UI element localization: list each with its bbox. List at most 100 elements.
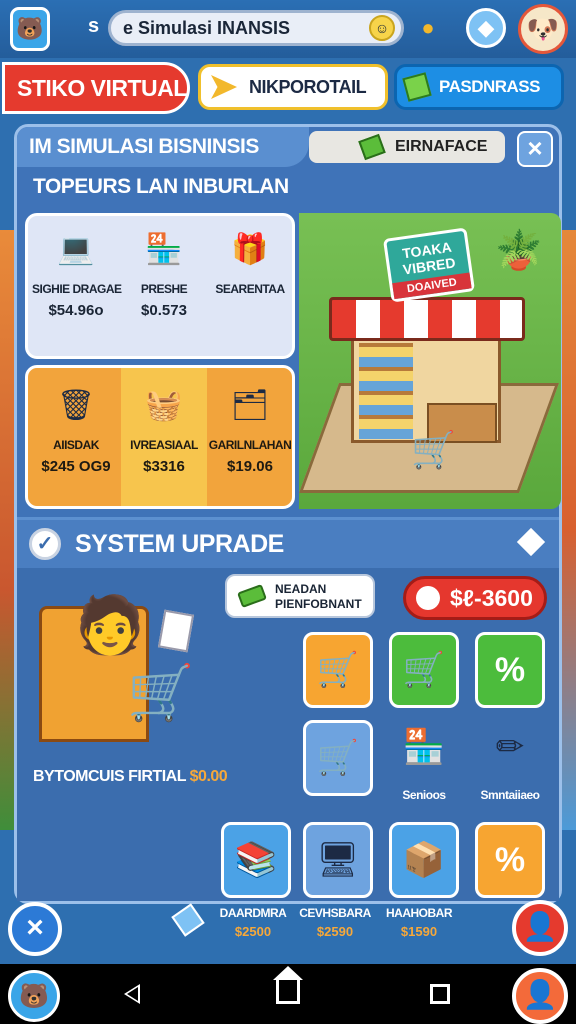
upgrade-price-button[interactable]: $ℓ-3600 — [403, 576, 547, 620]
item-price: $3316 — [143, 458, 185, 475]
back-icon[interactable] — [124, 984, 140, 1004]
coin-icon[interactable]: ● — [410, 10, 446, 46]
system-upgrade-section: ✓ SYSTEM UPRADE 🧑 🛒 BYTOMCUIS FIRTIAL $0… — [17, 517, 559, 901]
app-logo-icon[interactable]: 🐻 — [8, 970, 60, 1022]
caption-money: $0.00 — [189, 768, 228, 785]
cart-icon: 🛒 — [316, 739, 360, 777]
android-nav-bar: 🐻 👤 — [0, 964, 576, 1024]
item-card[interactable]: 🎁 SEARENTAA — [206, 226, 294, 302]
percent-icon: % — [494, 650, 526, 689]
item-card-selected[interactable]: 🧺 IVREASIAAL $3316 — [120, 382, 208, 476]
upgrade-book-button[interactable]: 📚 — [221, 822, 291, 898]
cashier-illustration: 🧑 🛒 — [35, 578, 225, 758]
arrow-icon — [211, 75, 237, 99]
upgrade-box-button[interactable]: 📦 — [389, 822, 459, 898]
store-icon: 🏪 — [145, 232, 183, 266]
receipt-paper — [157, 609, 195, 653]
upgrade-percent-orange-button[interactable]: % — [475, 822, 545, 898]
bottom-item-price: $1590 — [400, 924, 438, 939]
pill-line-1: NEADAN — [275, 582, 327, 596]
bottom-item-price: $2500 — [234, 924, 272, 939]
check-icon: ✓ — [29, 528, 61, 560]
top-letter: s — [88, 15, 100, 37]
bottom-item-price: $2590 — [316, 924, 354, 939]
gift-box-icon: 🎁 — [231, 232, 269, 266]
main-panel: IM SIMULASI BISNINSIS EIRNAFACE × TOPEUR… — [14, 124, 562, 904]
tab-nikporotail[interactable]: NIKPOROTAIL — [198, 64, 388, 110]
tab-stiko-virtual[interactable]: STIKO VIRTUAL — [2, 62, 190, 114]
item-price: $0.573 — [141, 302, 187, 319]
panel-subtitle: TOPEURS LAN INBURLAN — [33, 175, 289, 198]
system-upgrade-title: SYSTEM UPRADE — [75, 530, 284, 558]
tab-label: PASDNRASS — [439, 77, 540, 96]
search-text: e Simulasi INANSIS — [123, 18, 291, 38]
cart-icon: 🛒 — [402, 651, 446, 689]
bottom-item-name: DAARDMRA — [219, 906, 287, 920]
item-card[interactable]: 🏪 PRESHE $0.573 — [120, 226, 208, 320]
eirnaface-badge[interactable]: EIRNAFACE — [309, 131, 505, 163]
sign-title: TOAKA VIBRED — [401, 238, 457, 278]
cashier-person-icon: 🧑 — [75, 593, 145, 656]
item-card[interactable]: 🗑 AIISDAK $245 OG9 — [32, 382, 120, 476]
item-name: SEARENTAA — [215, 282, 285, 296]
tab-pasdnrass[interactable]: PASDNRASS — [394, 64, 564, 110]
profile-icon[interactable]: 👤 — [512, 968, 568, 1024]
store-scene: TOAKA VIBRED DOAIVED 🪴 🛒 — [299, 213, 561, 509]
upgrade-cart-green-button[interactable]: 🛒 — [389, 632, 459, 708]
product-shelf — [359, 343, 413, 439]
home-icon[interactable] — [273, 966, 303, 1004]
item-price: $54.96o — [48, 302, 104, 319]
item-card[interactable]: 🗂 GARILNLAHAN $19.06 — [206, 382, 294, 476]
shopping-cart-icon: 🛒 — [411, 429, 456, 470]
close-button[interactable]: × — [8, 902, 62, 956]
avatar[interactable]: 🐶 — [518, 4, 568, 54]
upgrade-percent-button[interactable]: % — [475, 632, 545, 708]
tab-label: NIKPOROTAIL — [249, 77, 367, 97]
system-upgrade-header: ✓ SYSTEM UPRADE — [17, 520, 559, 568]
smile-icon[interactable]: ☺ — [369, 15, 395, 41]
trash-bin-icon: 🗑 — [56, 388, 96, 422]
shield-icon[interactable]: ◆ — [466, 8, 506, 48]
bottom-item-name: CEVHSBARA — [299, 906, 371, 920]
performance-pill[interactable]: NEADAN PIENFOBNANT — [225, 574, 375, 618]
store-awning — [329, 297, 525, 341]
item-card[interactable]: 💻 SIGHIE DRAGAE $54.96o — [32, 226, 122, 320]
plant-icon: 🪴 — [495, 230, 543, 272]
cart-icon: 🛒 — [316, 651, 360, 689]
item-name: SIGHIE DRAGAE — [32, 282, 122, 296]
item-price: $19.06 — [227, 458, 273, 475]
upgrade-cart-blue-button[interactable]: 🛒 — [303, 720, 373, 796]
bottom-item[interactable]: CEVHSBARA $2590 — [290, 906, 380, 939]
bottom-item[interactable]: DAARDMRA $2500 — [208, 906, 298, 939]
percent-icon: % — [494, 840, 526, 879]
recent-apps-icon[interactable] — [430, 984, 450, 1004]
upgrade-pos-button[interactable]: 🖥 — [303, 822, 373, 898]
chat-bubble-icon — [416, 586, 440, 610]
upgrade-store-button[interactable]: 🏪 — [389, 720, 459, 774]
item-name: PRESHE — [140, 282, 188, 296]
basket-icon: 🧺 — [145, 388, 183, 422]
upgrade-pencil-label: Smntaiiaeo — [480, 788, 540, 802]
caption-text: BYTOMCUIS FIRTIAL — [33, 768, 186, 785]
upgrade-store-label: Senioos — [402, 788, 446, 802]
search-input[interactable]: e Simulasi INANSIS ☺ — [108, 10, 404, 46]
item-name: GARILNLAHAN — [208, 438, 292, 452]
book-stack-icon: 📚 — [234, 841, 278, 879]
upgrade-cart-button[interactable]: 🛒 — [303, 632, 373, 708]
item-name: AIISDAK — [53, 438, 99, 452]
tab-row: STIKO VIRTUAL NIKPOROTAIL PASDNRASS — [0, 58, 576, 118]
close-button[interactable]: × — [517, 131, 553, 167]
diamond-icon[interactable] — [516, 527, 546, 557]
app-logo-icon[interactable]: 🐻 — [10, 7, 50, 51]
laptop-icon: 💻 — [57, 232, 95, 266]
user-icon[interactable]: 👤 — [512, 900, 568, 956]
pencil-icon: ✏ — [495, 728, 525, 766]
bottom-item-name: HAAHOBAR — [386, 906, 453, 920]
upgrade-pencil-button[interactable]: ✏ — [475, 720, 545, 774]
bottom-strip: × DAARDMRA $2500 CEVHSBARA $2590 HAAHOBA… — [0, 900, 576, 960]
shopping-cart-icon: 🛒 — [127, 663, 195, 723]
box-icon: 📦 — [402, 841, 446, 879]
cash-icon — [237, 584, 267, 608]
bottom-item[interactable]: HAAHOBAR $1590 — [374, 906, 464, 939]
badge-label: EIRNAFACE — [395, 138, 488, 155]
